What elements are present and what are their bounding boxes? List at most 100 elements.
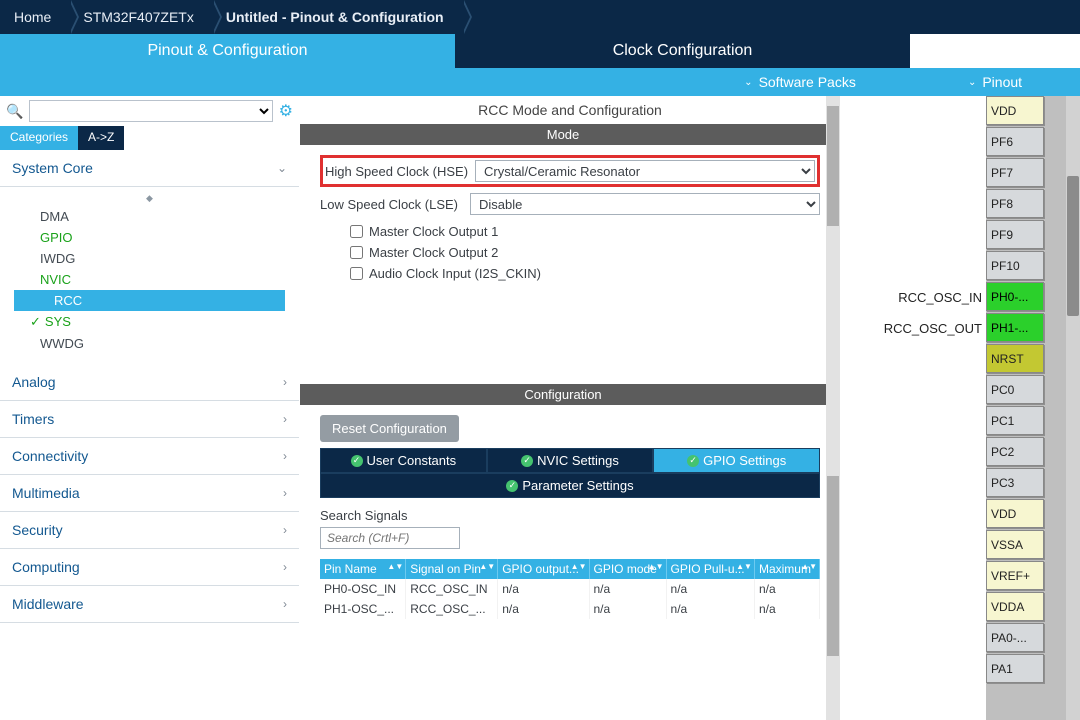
pin-PA0[interactable]: PA0-...: [986, 623, 1044, 652]
table-header[interactable]: Maximum▲▼: [754, 559, 819, 579]
table-cell: n/a: [498, 599, 589, 619]
pin-PA1[interactable]: PA1: [986, 654, 1044, 683]
conf-tab-parameter[interactable]: ✓Parameter Settings: [320, 473, 820, 498]
pin-PF9[interactable]: PF9: [986, 220, 1044, 249]
category-system-core[interactable]: System Core ⌄: [0, 150, 299, 187]
pinout-panel: RCC_OSC_INRCC_OSC_OUT VDDPF6PF7PF8PF9PF1…: [840, 96, 1080, 720]
category-connectivity[interactable]: Connectivity›: [0, 438, 299, 475]
scrollbar-thumb[interactable]: [827, 106, 839, 226]
pin-VSSA[interactable]: VSSA: [986, 530, 1044, 559]
conf-tab-label: GPIO Settings: [703, 453, 786, 468]
breadcrumb-chip[interactable]: STM32F407ZETx: [69, 0, 211, 34]
conf-tab-nvic[interactable]: ✓NVIC Settings: [487, 448, 654, 473]
pin-NRST[interactable]: NRST: [986, 344, 1044, 373]
sort-icon: ▲▼: [801, 562, 817, 571]
table-header[interactable]: Signal on Pin▲▼: [406, 559, 498, 579]
table-cell: n/a: [666, 599, 754, 619]
category-label: Middleware: [12, 596, 84, 612]
chevron-right-icon: ›: [283, 375, 287, 389]
category-middleware[interactable]: Middleware›: [0, 586, 299, 623]
table-row[interactable]: PH1-OSC_...RCC_OSC_...n/an/an/an/a: [320, 599, 820, 619]
subtab-row: ⌄ Software Packs ⌄ Pinout: [0, 68, 1080, 96]
tree-item-dma[interactable]: DMA: [0, 206, 299, 227]
search-icon: 🔍: [6, 103, 23, 120]
gear-icon[interactable]: ⚙: [279, 101, 293, 121]
pin-PC3[interactable]: PC3: [986, 468, 1044, 497]
pin-PH0[interactable]: PH0-...: [986, 282, 1044, 311]
subtab-software-packs[interactable]: ⌄ Software Packs: [690, 68, 910, 96]
pin-VDD[interactable]: VDD: [986, 96, 1044, 125]
table-cell: n/a: [498, 579, 589, 599]
pin-PF6[interactable]: PF6: [986, 127, 1044, 156]
table-cell: n/a: [589, 599, 666, 619]
tree-item-gpio[interactable]: GPIO: [0, 227, 299, 248]
pin-PF7[interactable]: PF7: [986, 158, 1044, 187]
sort-indicator-icon: ◆: [0, 191, 299, 206]
chk-audio-clock[interactable]: [350, 267, 363, 280]
conf-tab-user-constants[interactable]: ✓User Constants: [320, 448, 487, 473]
tree-item-wwdg[interactable]: WWDG: [0, 333, 299, 354]
chevron-right-icon: ›: [283, 523, 287, 537]
select-lse[interactable]: Disable: [470, 193, 820, 215]
select-hse[interactable]: Crystal/Ceramic Resonator: [475, 160, 815, 182]
viewtab-categories[interactable]: Categories: [0, 126, 78, 150]
conf-tab-gpio[interactable]: ✓GPIO Settings: [653, 448, 820, 473]
label-lse: Low Speed Clock (LSE): [320, 197, 470, 212]
subtab-software-label: Software Packs: [759, 74, 856, 90]
category-timers[interactable]: Timers›: [0, 401, 299, 438]
breadcrumb-view[interactable]: Untitled - Pinout & Configuration: [212, 0, 462, 34]
tree-item-rcc[interactable]: RCC: [14, 290, 285, 311]
category-security[interactable]: Security ›: [0, 512, 299, 549]
chevron-down-icon: ⌄: [968, 77, 976, 88]
category-multimedia[interactable]: Multimedia›: [0, 475, 299, 512]
center-scrollbar[interactable]: [826, 96, 840, 720]
scrollbar-thumb[interactable]: [1067, 176, 1079, 316]
tab-clock-config[interactable]: Clock Configuration: [455, 34, 910, 68]
category-computing[interactable]: Computing›: [0, 549, 299, 586]
search-signals-input[interactable]: [320, 527, 460, 549]
table-header[interactable]: GPIO Pull-u...▲▼: [666, 559, 754, 579]
pin-VDDA[interactable]: VDDA: [986, 592, 1044, 621]
row-hse: High Speed Clock (HSE) Crystal/Ceramic R…: [320, 155, 820, 187]
peripheral-search[interactable]: [29, 100, 272, 122]
category-analog[interactable]: Analog›: [0, 364, 299, 401]
pin-VDD[interactable]: VDD: [986, 499, 1044, 528]
tab-blank: [910, 34, 1080, 68]
sort-icon: ▲▼: [479, 562, 495, 571]
chevron-right-icon: ›: [283, 449, 287, 463]
chk-label: Audio Clock Input (I2S_CKIN): [369, 266, 541, 281]
table-header[interactable]: GPIO output...▲▼: [498, 559, 589, 579]
top-tabs: Pinout & Configuration Clock Configurati…: [0, 34, 1080, 68]
subtab-pinout[interactable]: ⌄ Pinout: [910, 68, 1080, 96]
tab-pinout-config[interactable]: Pinout & Configuration: [0, 34, 455, 68]
table-header[interactable]: GPIO mode▲▼: [589, 559, 666, 579]
conf-tab-label: User Constants: [367, 453, 457, 468]
reset-config-button[interactable]: Reset Configuration: [320, 415, 459, 442]
pin-PH1[interactable]: PH1-...: [986, 313, 1044, 342]
chk-label: Master Clock Output 2: [369, 245, 498, 260]
pin-PC0[interactable]: PC0: [986, 375, 1044, 404]
check-icon: ✓: [506, 480, 518, 492]
category-label: Computing: [12, 559, 80, 575]
scrollbar-thumb[interactable]: [827, 476, 839, 656]
pin-PF10[interactable]: PF10: [986, 251, 1044, 280]
tree-item-iwdg[interactable]: IWDG: [0, 248, 299, 269]
viewtab-az[interactable]: A->Z: [78, 126, 124, 150]
chk-master-clock-2[interactable]: [350, 246, 363, 259]
tree-item-sys[interactable]: SYS: [0, 311, 299, 333]
pin-VREF[interactable]: VREF+: [986, 561, 1044, 590]
right-scrollbar[interactable]: [1066, 96, 1080, 720]
pin-PC1[interactable]: PC1: [986, 406, 1044, 435]
table-row[interactable]: PH0-OSC_INRCC_OSC_INn/an/an/an/a: [320, 579, 820, 599]
tree-item-nvic[interactable]: NVIC: [0, 269, 299, 290]
sort-icon: ▲▼: [571, 562, 587, 571]
row-lse: Low Speed Clock (LSE) Disable: [320, 193, 820, 215]
pin-PC2[interactable]: PC2: [986, 437, 1044, 466]
table-header[interactable]: Pin Name▲▼: [320, 559, 406, 579]
breadcrumb-home[interactable]: Home: [0, 0, 69, 34]
sort-icon: ▲▼: [387, 562, 403, 571]
center-title: RCC Mode and Configuration: [300, 96, 840, 124]
category-label: Security: [12, 522, 63, 538]
pin-PF8[interactable]: PF8: [986, 189, 1044, 218]
chk-master-clock-1[interactable]: [350, 225, 363, 238]
